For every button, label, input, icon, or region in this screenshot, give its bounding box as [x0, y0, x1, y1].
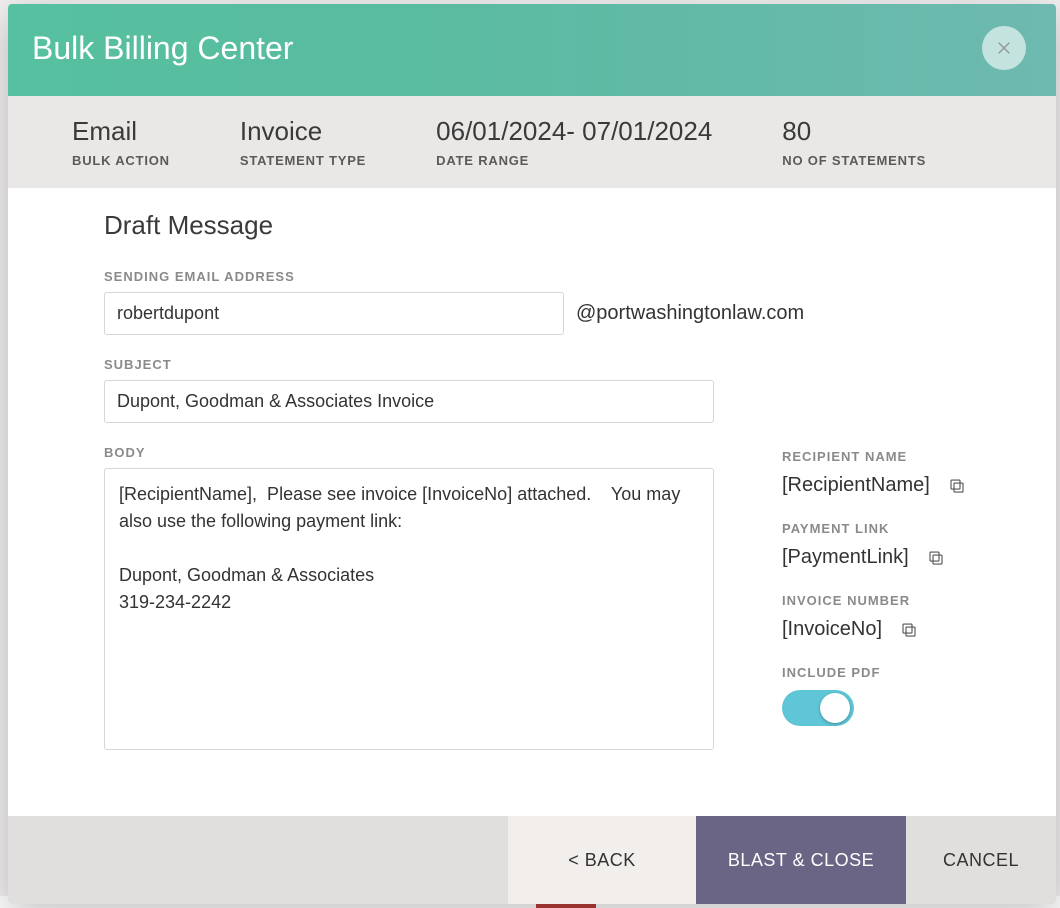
copy-icon	[927, 549, 945, 567]
subject-input[interactable]	[104, 380, 714, 423]
copy-icon	[900, 621, 918, 639]
sending-email-label: SENDING EMAIL ADDRESS	[104, 269, 996, 284]
close-button[interactable]	[982, 26, 1026, 70]
summary-label: DATE RANGE	[436, 153, 712, 168]
subject-row: SUBJECT	[104, 357, 996, 423]
summary-date-range: 06/01/2024- 07/01/2024 DATE RANGE	[436, 116, 712, 168]
body-column: BODY	[104, 445, 714, 755]
email-domain-suffix: @portwashingtonlaw.com	[576, 302, 804, 325]
modal-body: Draft Message SENDING EMAIL ADDRESS @por…	[8, 188, 1056, 816]
token-value: [PaymentLink]	[782, 546, 909, 569]
tokens-column: RECIPIENT NAME [RecipientName] PAYMENT L…	[782, 445, 996, 750]
token-value: [InvoiceNo]	[782, 618, 882, 641]
back-button[interactable]: < BACK	[508, 816, 696, 904]
token-invoice-number: INVOICE NUMBER [InvoiceNo]	[782, 593, 996, 641]
bulk-billing-modal: Bulk Billing Center Email BULK ACTION In…	[8, 4, 1056, 904]
email-row: @portwashingtonlaw.com	[104, 292, 996, 335]
token-label: RECIPIENT NAME	[782, 449, 996, 464]
include-pdf-toggle[interactable]	[782, 690, 854, 726]
modal-footer: < BACK BLAST & CLOSE CANCEL	[8, 816, 1056, 904]
toggle-knob	[820, 693, 850, 723]
summary-no-of-statements: 80 NO OF STATEMENTS	[782, 116, 926, 168]
summary-value: Invoice	[240, 116, 366, 147]
modal-header: Bulk Billing Center	[8, 4, 1056, 96]
summary-value: 06/01/2024- 07/01/2024	[436, 116, 712, 147]
include-pdf-block: INCLUDE PDF	[782, 665, 996, 726]
token-label: INVOICE NUMBER	[782, 593, 996, 608]
summary-value: 80	[782, 116, 926, 147]
email-local-input[interactable]	[104, 292, 564, 335]
modal-title: Bulk Billing Center	[32, 30, 293, 67]
summary-bar: Email BULK ACTION Invoice STATEMENT TYPE…	[8, 96, 1056, 188]
body-textarea[interactable]	[104, 468, 714, 750]
token-payment-link: PAYMENT LINK [PaymentLink]	[782, 521, 996, 569]
summary-value: Email	[72, 116, 170, 147]
token-recipient-name: RECIPIENT NAME [RecipientName]	[782, 449, 996, 497]
copy-payment-link-button[interactable]	[927, 549, 945, 567]
token-value-row: [RecipientName]	[782, 474, 996, 497]
summary-statement-type: Invoice STATEMENT TYPE	[240, 116, 366, 168]
summary-bulk-action: Email BULK ACTION	[72, 116, 170, 168]
body-row: BODY RECIPIENT NAME [RecipientName] PAYM…	[104, 445, 996, 755]
copy-invoice-number-button[interactable]	[900, 621, 918, 639]
subject-label: SUBJECT	[104, 357, 996, 372]
summary-label: STATEMENT TYPE	[240, 153, 366, 168]
cancel-button[interactable]: CANCEL	[906, 816, 1056, 904]
draft-message-title: Draft Message	[104, 210, 996, 241]
body-label: BODY	[104, 445, 714, 460]
blast-and-close-button[interactable]: BLAST & CLOSE	[696, 816, 906, 904]
copy-recipient-name-button[interactable]	[948, 477, 966, 495]
include-pdf-label: INCLUDE PDF	[782, 665, 996, 680]
token-value-row: [PaymentLink]	[782, 546, 996, 569]
summary-label: BULK ACTION	[72, 153, 170, 168]
token-value-row: [InvoiceNo]	[782, 618, 996, 641]
close-icon	[995, 39, 1013, 57]
summary-label: NO OF STATEMENTS	[782, 153, 926, 168]
token-value: [RecipientName]	[782, 474, 930, 497]
token-label: PAYMENT LINK	[782, 521, 996, 536]
footer-spacer	[8, 816, 508, 904]
copy-icon	[948, 477, 966, 495]
